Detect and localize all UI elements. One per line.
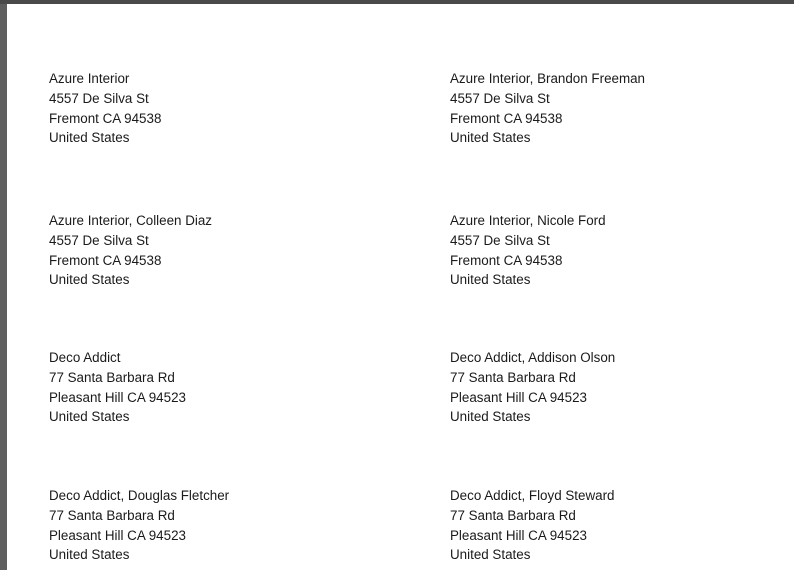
label-city: Pleasant Hill CA 94523	[450, 527, 587, 543]
address-label: Deco Addict 77 Santa Barbara Rd Pleasant…	[49, 348, 186, 427]
label-street: 4557 De Silva St	[49, 90, 149, 106]
label-country: United States	[49, 409, 130, 425]
label-name: Deco Addict, Douglas Fletcher	[49, 488, 230, 503]
label-name: Deco Addict, Floyd Steward	[450, 488, 615, 503]
label-name: Azure Interior, Nicole Ford	[450, 213, 606, 228]
label-street: 4557 De Silva St	[450, 90, 550, 106]
label-city: Fremont CA 94538	[49, 110, 162, 126]
label-sheet-page: Azure Interior 4557 De Silva St Fremont …	[7, 4, 794, 570]
label-name: Deco Addict	[49, 350, 121, 365]
label-street: 4557 De Silva St	[49, 232, 149, 248]
address-label: Deco Addict, Addison Olson 77 Santa Barb…	[450, 348, 615, 427]
document-viewer: Azure Interior 4557 De Silva St Fremont …	[0, 0, 794, 570]
address-label: Azure Interior 4557 De Silva St Fremont …	[49, 69, 161, 148]
address-label: Deco Addict, Floyd Steward 77 Santa Barb…	[450, 486, 615, 565]
label-name: Azure Interior	[49, 71, 130, 86]
label-city: Pleasant Hill CA 94523	[49, 389, 186, 405]
label-street: 77 Santa Barbara Rd	[49, 369, 175, 385]
label-city: Fremont CA 94538	[450, 110, 563, 126]
address-label: Azure Interior, Colleen Diaz 4557 De Sil…	[49, 211, 212, 290]
label-country: United States	[49, 130, 130, 146]
address-label: Azure Interior, Brandon Freeman 4557 De …	[450, 69, 645, 148]
label-city: Fremont CA 94538	[49, 252, 162, 268]
label-country: United States	[450, 130, 531, 146]
label-country: United States	[450, 272, 531, 288]
label-street: 4557 De Silva St	[450, 232, 550, 248]
label-name: Azure Interior, Colleen Diaz	[49, 213, 212, 228]
label-city: Fremont CA 94538	[450, 252, 563, 268]
label-street: 77 Santa Barbara Rd	[49, 507, 175, 523]
label-country: United States	[49, 272, 130, 288]
label-street: 77 Santa Barbara Rd	[450, 507, 576, 523]
viewer-left-border	[0, 4, 7, 570]
label-city: Pleasant Hill CA 94523	[450, 389, 587, 405]
label-name: Azure Interior, Brandon Freeman	[450, 71, 646, 86]
address-label: Deco Addict, Douglas Fletcher 77 Santa B…	[49, 486, 229, 565]
label-city: Pleasant Hill CA 94523	[49, 527, 186, 543]
label-country: United States	[49, 547, 130, 563]
address-label: Azure Interior, Nicole Ford 4557 De Silv…	[450, 211, 606, 290]
label-street: 77 Santa Barbara Rd	[450, 369, 576, 385]
label-name: Deco Addict, Addison Olson	[450, 350, 616, 365]
label-country: United States	[450, 547, 531, 563]
label-country: United States	[450, 409, 531, 425]
